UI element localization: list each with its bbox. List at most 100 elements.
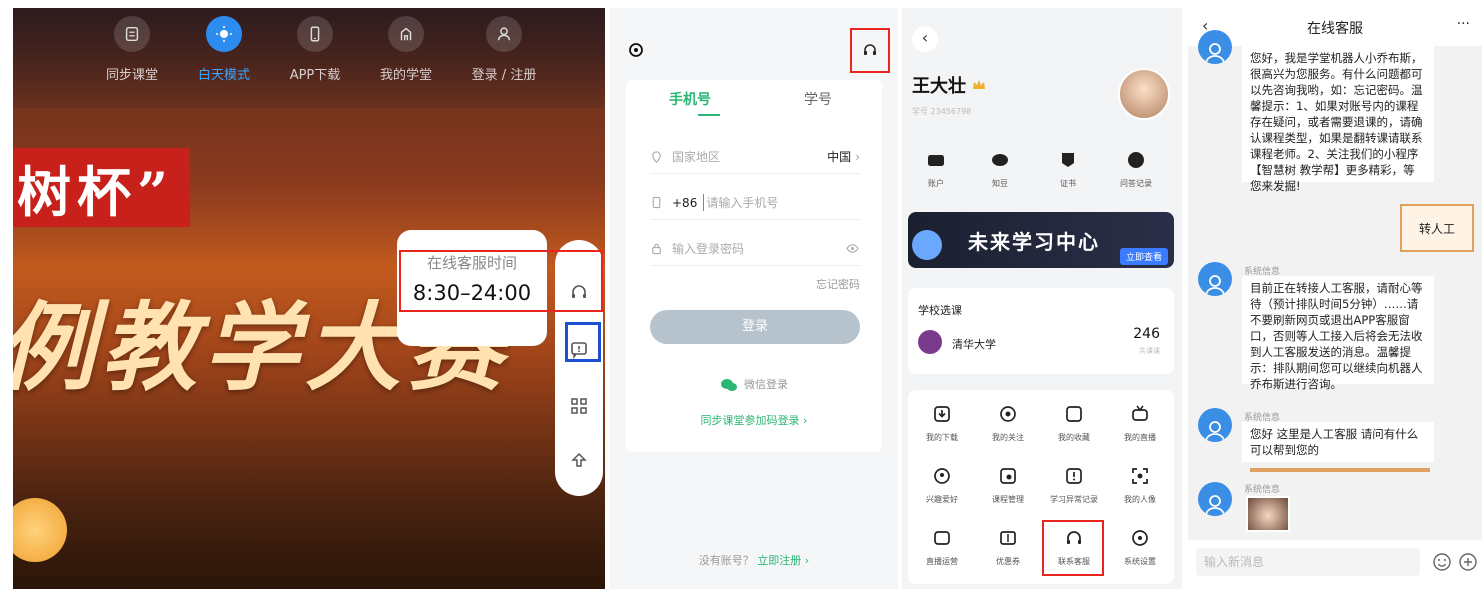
grid-my-portrait[interactable]: 我的人像 bbox=[1108, 466, 1172, 505]
decorative-sun bbox=[13, 498, 67, 562]
password-input[interactable]: 输入登录密码 bbox=[672, 240, 744, 257]
chat-dots-icon bbox=[1126, 150, 1146, 170]
message-input[interactable]: 输入新消息 bbox=[1196, 548, 1420, 576]
tab-student-id[interactable]: 学号 bbox=[754, 80, 882, 122]
banner-title: 未来学习中心 bbox=[968, 230, 1100, 254]
target-icon[interactable] bbox=[628, 42, 644, 58]
avatar[interactable] bbox=[1118, 68, 1170, 120]
divider bbox=[1250, 468, 1430, 472]
wallet-icon bbox=[926, 150, 946, 170]
download-icon bbox=[932, 404, 952, 424]
nav-label: 白天模式 bbox=[197, 68, 250, 83]
course-count: 246 bbox=[1133, 326, 1160, 342]
password-field[interactable]: 输入登录密码 bbox=[650, 232, 860, 266]
banner-view-button[interactable]: 立即查看 bbox=[1119, 248, 1168, 265]
back-to-top-icon[interactable] bbox=[567, 448, 591, 472]
face-scan-icon bbox=[1130, 466, 1150, 486]
quick-beans[interactable]: 知豆 bbox=[968, 150, 1032, 189]
nav-item-my-school[interactable]: 我的学堂 bbox=[361, 16, 451, 83]
grid-my-favorites[interactable]: 我的收藏 bbox=[1042, 404, 1106, 443]
course-count-label: 共课课 bbox=[1139, 347, 1160, 355]
badge-icon bbox=[1058, 150, 1078, 170]
quick-qa-records[interactable]: 问答记录 bbox=[1104, 150, 1168, 189]
region-field[interactable]: 国家地区 中国 › bbox=[650, 140, 860, 174]
grid-system-settings[interactable]: 系统设置 bbox=[1108, 528, 1172, 567]
quick-account[interactable]: 账户 bbox=[904, 150, 968, 189]
phone-input[interactable]: 请输入手机号 bbox=[703, 194, 778, 211]
alert-icon bbox=[1064, 466, 1084, 486]
grid-my-downloads[interactable]: 我的下载 bbox=[910, 404, 974, 443]
highlight-box-service bbox=[850, 28, 890, 73]
quick-certificate[interactable]: 证书 bbox=[1036, 150, 1100, 189]
no-account-text: 没有账号？ bbox=[698, 554, 754, 567]
nav-item-app-download[interactable]: APP下载 bbox=[270, 16, 360, 83]
tab-underline bbox=[698, 114, 720, 116]
nav-item-login-register[interactable]: 登录 / 注册 bbox=[459, 16, 549, 83]
bot-message: 您好，我是学堂机器人小乔布斯，很高兴为您服务。有什么问题都可以先咨询我哟，如：忘… bbox=[1242, 46, 1434, 193]
eye-icon bbox=[998, 404, 1018, 424]
user-message: 转人工 bbox=[1400, 204, 1474, 252]
grid-my-follows[interactable]: 我的关注 bbox=[976, 404, 1040, 443]
wechat-login[interactable]: 微信登录 bbox=[626, 376, 882, 392]
agent-avatar bbox=[1198, 408, 1232, 442]
agent-avatar bbox=[1198, 482, 1232, 516]
school-logo-icon bbox=[918, 330, 942, 354]
live-ops-icon bbox=[932, 528, 952, 548]
nav-item-day-mode[interactable]: 白天模式 bbox=[179, 16, 269, 83]
highlight-box-feedback bbox=[565, 322, 601, 362]
eye-icon[interactable] bbox=[846, 242, 860, 256]
chevron-right-icon: › bbox=[855, 149, 860, 164]
emoji-icon[interactable] bbox=[1432, 552, 1452, 572]
grid-interests[interactable]: 兴趣爱好 bbox=[910, 466, 974, 505]
nav-label: APP下载 bbox=[289, 68, 341, 83]
user-name: 王大壮 bbox=[912, 76, 966, 97]
mascot-icon bbox=[912, 230, 942, 260]
grid-coupons[interactable]: 优惠券 bbox=[976, 528, 1040, 567]
lock-icon bbox=[650, 242, 664, 256]
wechat-label: 微信登录 bbox=[744, 378, 788, 391]
nav-item-sync-class[interactable]: 同步课堂 bbox=[87, 16, 177, 83]
nav-label: 我的学堂 bbox=[379, 68, 432, 83]
image-message[interactable] bbox=[1246, 496, 1290, 532]
back-button[interactable]: ‹ bbox=[912, 26, 938, 52]
star-folder-icon bbox=[1064, 404, 1084, 424]
system-label: 系统信息 bbox=[1244, 485, 1281, 495]
bean-icon bbox=[990, 150, 1010, 170]
school-section-title: 学校选课 bbox=[918, 304, 962, 317]
settings-icon bbox=[1130, 528, 1150, 548]
system-message: 目前正在转接人工客服，请耐心等待（预计排队时间5分钟）……请不要刷新网页或退出A… bbox=[1242, 276, 1434, 391]
grid-live-operations[interactable]: 直播运营 bbox=[910, 528, 974, 567]
top-nav: 同步课堂 白天模式 APP下载 我的学堂 登录 / 注册 bbox=[13, 8, 605, 108]
qr-code-icon[interactable] bbox=[567, 394, 591, 418]
tab-phone[interactable]: 手机号 bbox=[626, 80, 754, 122]
plus-icon[interactable] bbox=[1458, 552, 1478, 572]
banner-text-top: 树杯” bbox=[13, 148, 191, 227]
forgot-password-link[interactable]: 忘记密码 bbox=[816, 276, 860, 292]
school-course-card: 学校选课 清华大学 246 共课课 bbox=[908, 288, 1174, 374]
more-icon[interactable]: ··· bbox=[1457, 16, 1470, 32]
phone-icon bbox=[650, 196, 664, 210]
profile-panel: ‹ 王大壮 学号 23456798 账户 知豆 证书 问答记录 未来学习中心 立… bbox=[902, 8, 1182, 589]
chat-input-bar: 输入新消息 bbox=[1188, 540, 1482, 589]
grid-study-anomaly[interactable]: 学习异常记录 bbox=[1042, 466, 1106, 505]
class-code-login-link[interactable]: 同步课堂参加码登录 › bbox=[626, 412, 882, 428]
chat-title: 在线客服 bbox=[1307, 21, 1363, 37]
nav-label: 登录 / 注册 bbox=[471, 68, 537, 83]
phone-field[interactable]: +86 请输入手机号 bbox=[650, 186, 860, 220]
login-button[interactable]: 登录 bbox=[650, 310, 860, 344]
grid-course-management[interactable]: 课程管理 bbox=[976, 466, 1040, 505]
ticket-icon bbox=[998, 528, 1018, 548]
register-link[interactable]: 立即注册 › bbox=[757, 554, 809, 567]
chat-panel: ‹ 在线客服 ··· 您好，我是学堂机器人小乔布斯，很高兴为您服务。有什么问题都… bbox=[1188, 8, 1482, 589]
region-label: 国家地区 bbox=[672, 150, 721, 164]
crown-icon bbox=[972, 76, 986, 89]
agent-message: 您好 这里是人工客服 请问有什么可以帮到您的 bbox=[1242, 422, 1434, 462]
future-learning-banner[interactable]: 未来学习中心 立即查看 bbox=[908, 212, 1174, 268]
highlight-box-hours bbox=[399, 250, 603, 312]
grid-my-live[interactable]: 我的直播 bbox=[1108, 404, 1172, 443]
sun-icon bbox=[206, 16, 242, 52]
phone-icon bbox=[297, 16, 333, 52]
book-icon bbox=[114, 16, 150, 52]
school-name[interactable]: 清华大学 bbox=[952, 336, 996, 352]
login-panel: 手机号 学号 国家地区 中国 › +86 请输入手机号 输入登录密码 忘记密码 … bbox=[610, 8, 898, 589]
